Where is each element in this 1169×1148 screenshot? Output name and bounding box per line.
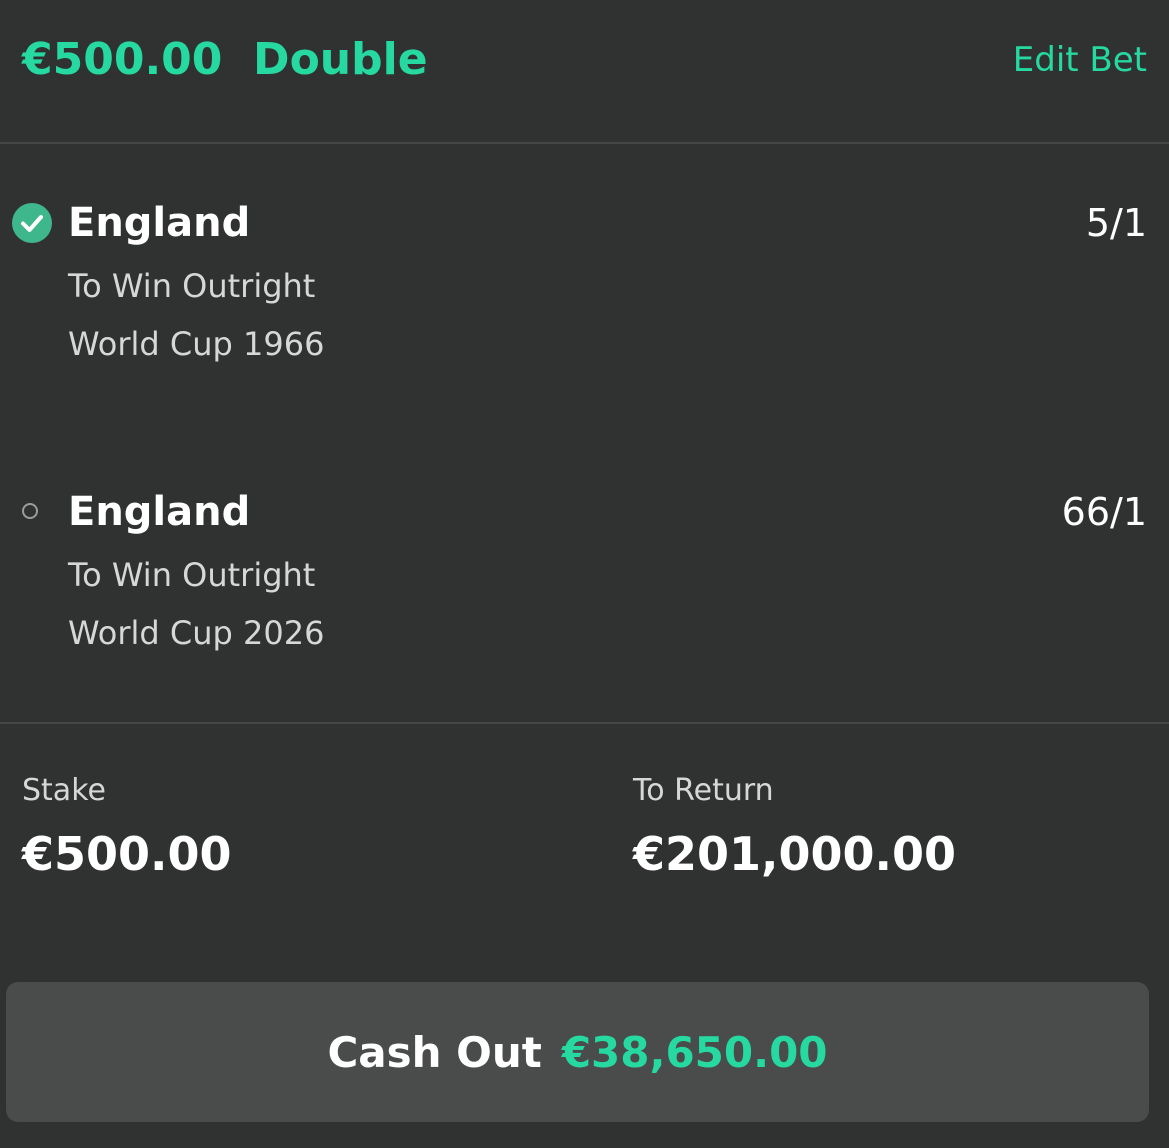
selection-odds: 66/1 <box>1061 490 1147 534</box>
selection-event: World Cup 1966 <box>68 325 325 363</box>
bet-title: €500.00 Double <box>22 34 428 85</box>
return-label: To Return <box>633 773 774 808</box>
cash-out-amount: €38,650.00 <box>561 1027 828 1077</box>
selection-market: To Win Outright <box>68 267 316 305</box>
selection-name: England <box>68 200 251 246</box>
selection-1: England 5/1 To Win Outright World Cup 19… <box>0 200 1169 370</box>
stake-value: €500.00 <box>22 827 232 881</box>
cash-out-button[interactable]: Cash Out €38,650.00 <box>6 982 1149 1122</box>
selection-event: World Cup 2026 <box>68 614 325 652</box>
return-value: €201,000.00 <box>633 827 957 881</box>
open-circle-icon <box>22 503 38 519</box>
edit-bet-link[interactable]: Edit Bet <box>1013 38 1147 82</box>
selection-market: To Win Outright <box>68 556 316 594</box>
cash-out-label: Cash Out <box>327 1027 542 1077</box>
selection-name: England <box>68 489 251 535</box>
selection-2: England 66/1 To Win Outright World Cup 2… <box>0 489 1169 659</box>
stake-label: Stake <box>22 773 106 808</box>
selection-odds: 5/1 <box>1085 201 1147 245</box>
bet-header: €500.00 Double Edit Bet <box>0 0 1169 142</box>
check-circle-icon <box>12 203 52 243</box>
selections-divider <box>0 722 1169 724</box>
header-divider <box>0 142 1169 144</box>
